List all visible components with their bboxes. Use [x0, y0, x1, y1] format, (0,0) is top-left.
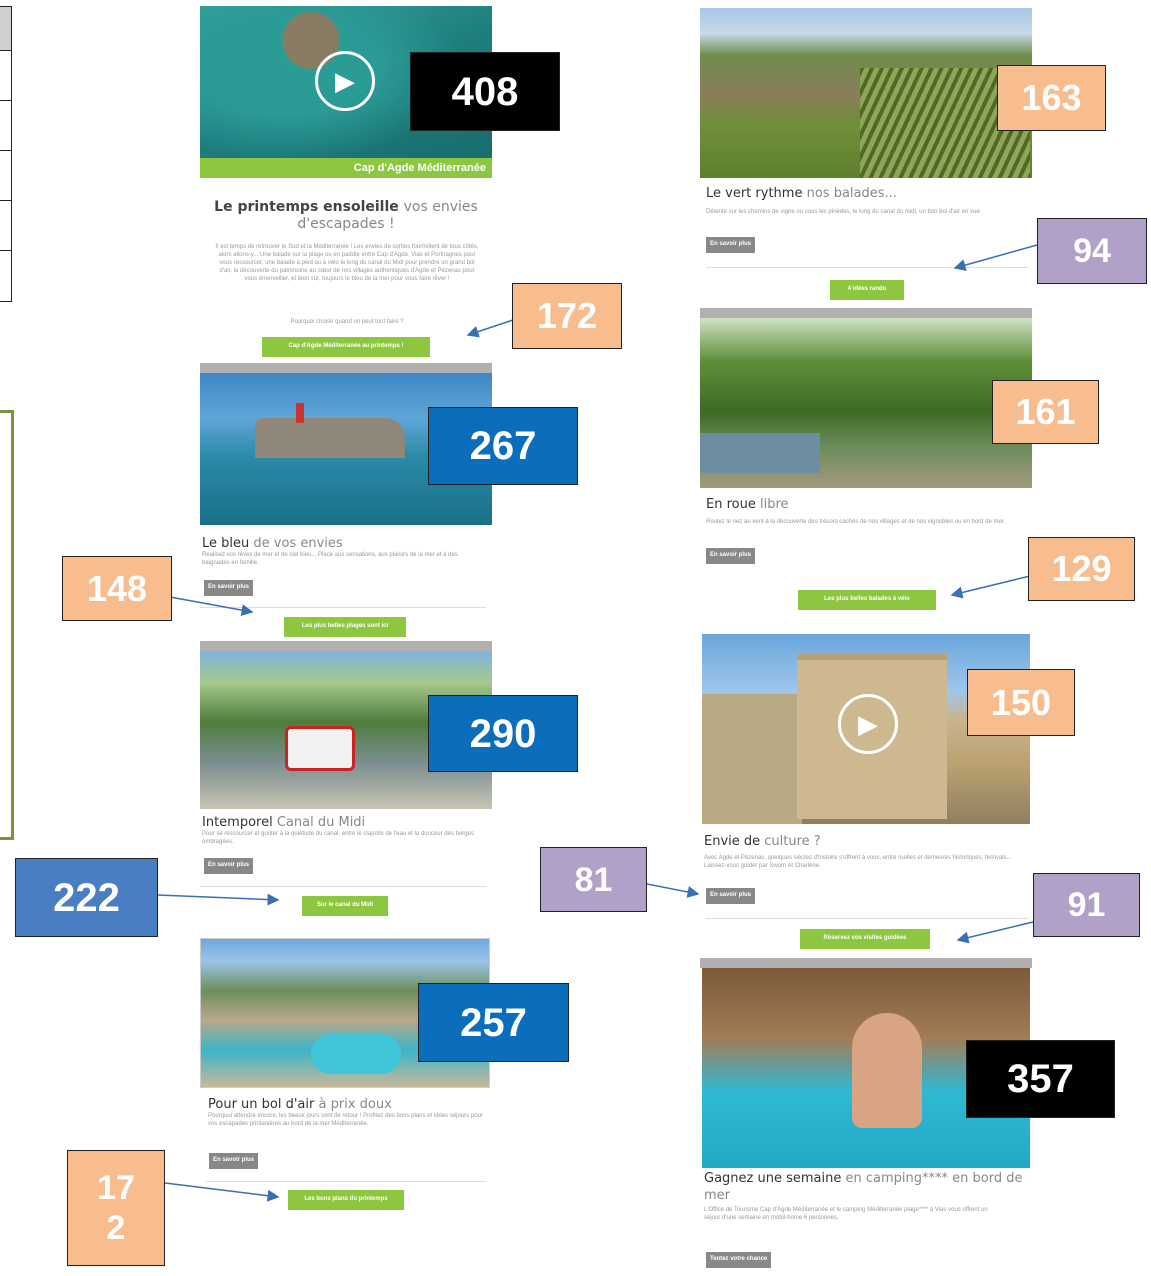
separator [706, 267, 1028, 268]
vert-body: Détente sur les chemins de vigne ou sous… [706, 209, 982, 215]
badge-roue-cta: 129 [1028, 537, 1135, 601]
divider-bar [700, 308, 1032, 318]
bleu-cta-button[interactable]: Les plus belles plages sont ici [284, 617, 406, 637]
table-row [0, 151, 11, 201]
intro-question: Pourquoi choisir quand on peut tout fair… [290, 319, 404, 325]
table-row [0, 251, 11, 301]
separator [200, 607, 486, 608]
bleu-title: Le bleu de vos envies [202, 536, 343, 551]
canal-body: Pour se ressourcer et goûter à la quiétu… [202, 831, 474, 845]
fort-island [255, 418, 405, 458]
pool [311, 1034, 401, 1074]
culture-more-button[interactable]: En savoir plus [706, 888, 756, 904]
play-icon[interactable]: ▶ [315, 51, 375, 111]
badge-camping-cta: 17 2 [67, 1150, 165, 1266]
canal-more-button[interactable]: En savoir plus [204, 858, 254, 874]
badge-canal-cta: 222 [15, 858, 158, 937]
badge-camping-image: 257 [418, 983, 569, 1062]
intro-title: Le printemps ensoleille vos envies d'esc… [214, 199, 478, 232]
partial-green-frame [0, 410, 14, 840]
contest-cta-button[interactable]: Tentez votre chance [706, 1252, 772, 1268]
table-row [0, 51, 11, 101]
badge-vert-more: 94 [1037, 218, 1147, 284]
separator [200, 886, 486, 887]
table-header [0, 7, 11, 51]
intro-body: Il est temps de retrouver le Sud et la M… [215, 244, 479, 282]
lighthouse [296, 403, 304, 423]
table-row [0, 101, 11, 151]
boat [285, 726, 355, 771]
contest-body: L'Office de Tourisme Cap d'Agde Méditerr… [704, 1207, 988, 1221]
badge-vert-image: 163 [997, 65, 1106, 131]
bleu-body: Réalisez vos rêves de mer et de ciel ble… [202, 552, 458, 566]
badge-bleu-image: 267 [428, 407, 578, 485]
building [702, 694, 802, 824]
partial-table [0, 6, 12, 302]
vert-cta-button[interactable]: 4 idées rando [830, 280, 904, 300]
vert-more-button[interactable]: En savoir plus [706, 237, 756, 253]
roue-title: En roue libre [706, 497, 789, 512]
roue-body: Roulez le nez au vent à la découverte de… [706, 519, 1006, 525]
culture-title: Envie de culture ? [704, 834, 821, 849]
vert-image[interactable] [700, 8, 1032, 178]
camping-cta-button[interactable]: Les bons plans du printemps [288, 1190, 404, 1210]
separator [706, 918, 1028, 919]
badge-culture-more: 81 [540, 847, 647, 912]
divider-bar [200, 363, 492, 373]
canal-water [700, 433, 820, 473]
bleu-more-button[interactable]: En savoir plus [204, 580, 254, 596]
roue-more-button[interactable]: En savoir plus [706, 548, 756, 564]
badge-culture-image: 150 [967, 669, 1075, 736]
brand-bar: Cap d'Agde Méditerranée [200, 158, 492, 178]
divider-bar [700, 958, 1032, 968]
intro-cta-button[interactable]: Cap d'Agde Méditerranée au printemps ! [262, 337, 430, 357]
culture-body: Avec Agde et Pézenas, quelques siècles d… [704, 855, 1012, 869]
badge-roue-image: 161 [992, 380, 1099, 444]
badge-hero: 408 [410, 52, 560, 131]
roue-cta-button[interactable]: Les plus belles balades à vélo [798, 590, 936, 610]
roue-image[interactable] [700, 318, 1032, 488]
badge-intro-cta: 172 [512, 283, 622, 349]
badge-bleu-cta: 148 [62, 556, 172, 621]
camping-body: Pourquoi attendre encore, les beaux jour… [208, 1113, 483, 1127]
vert-title: Le vert rythme nos balades... [706, 186, 897, 201]
badge-canal-image: 290 [428, 695, 578, 772]
badge-contest-image: 357 [966, 1040, 1115, 1118]
divider-bar [200, 641, 492, 651]
arrow [646, 883, 700, 898]
play-icon[interactable]: ▶ [838, 694, 898, 754]
contest-title: Gagnez une semaine en camping**** en bor… [704, 1171, 1023, 1203]
badge-culture-cta: 91 [1033, 873, 1140, 937]
canal-cta-button[interactable]: Sur le canal du Midi [302, 896, 388, 916]
people [852, 1013, 922, 1128]
camping-more-button[interactable]: En savoir plus [209, 1153, 259, 1169]
table-row [0, 201, 11, 251]
camping-title: Pour un bol d'air à prix doux [208, 1097, 392, 1112]
culture-cta-button[interactable]: Réservez vos visites guidées [800, 929, 930, 949]
canal-title: Intemporel Canal du Midi [202, 815, 366, 830]
separator [206, 1181, 486, 1182]
